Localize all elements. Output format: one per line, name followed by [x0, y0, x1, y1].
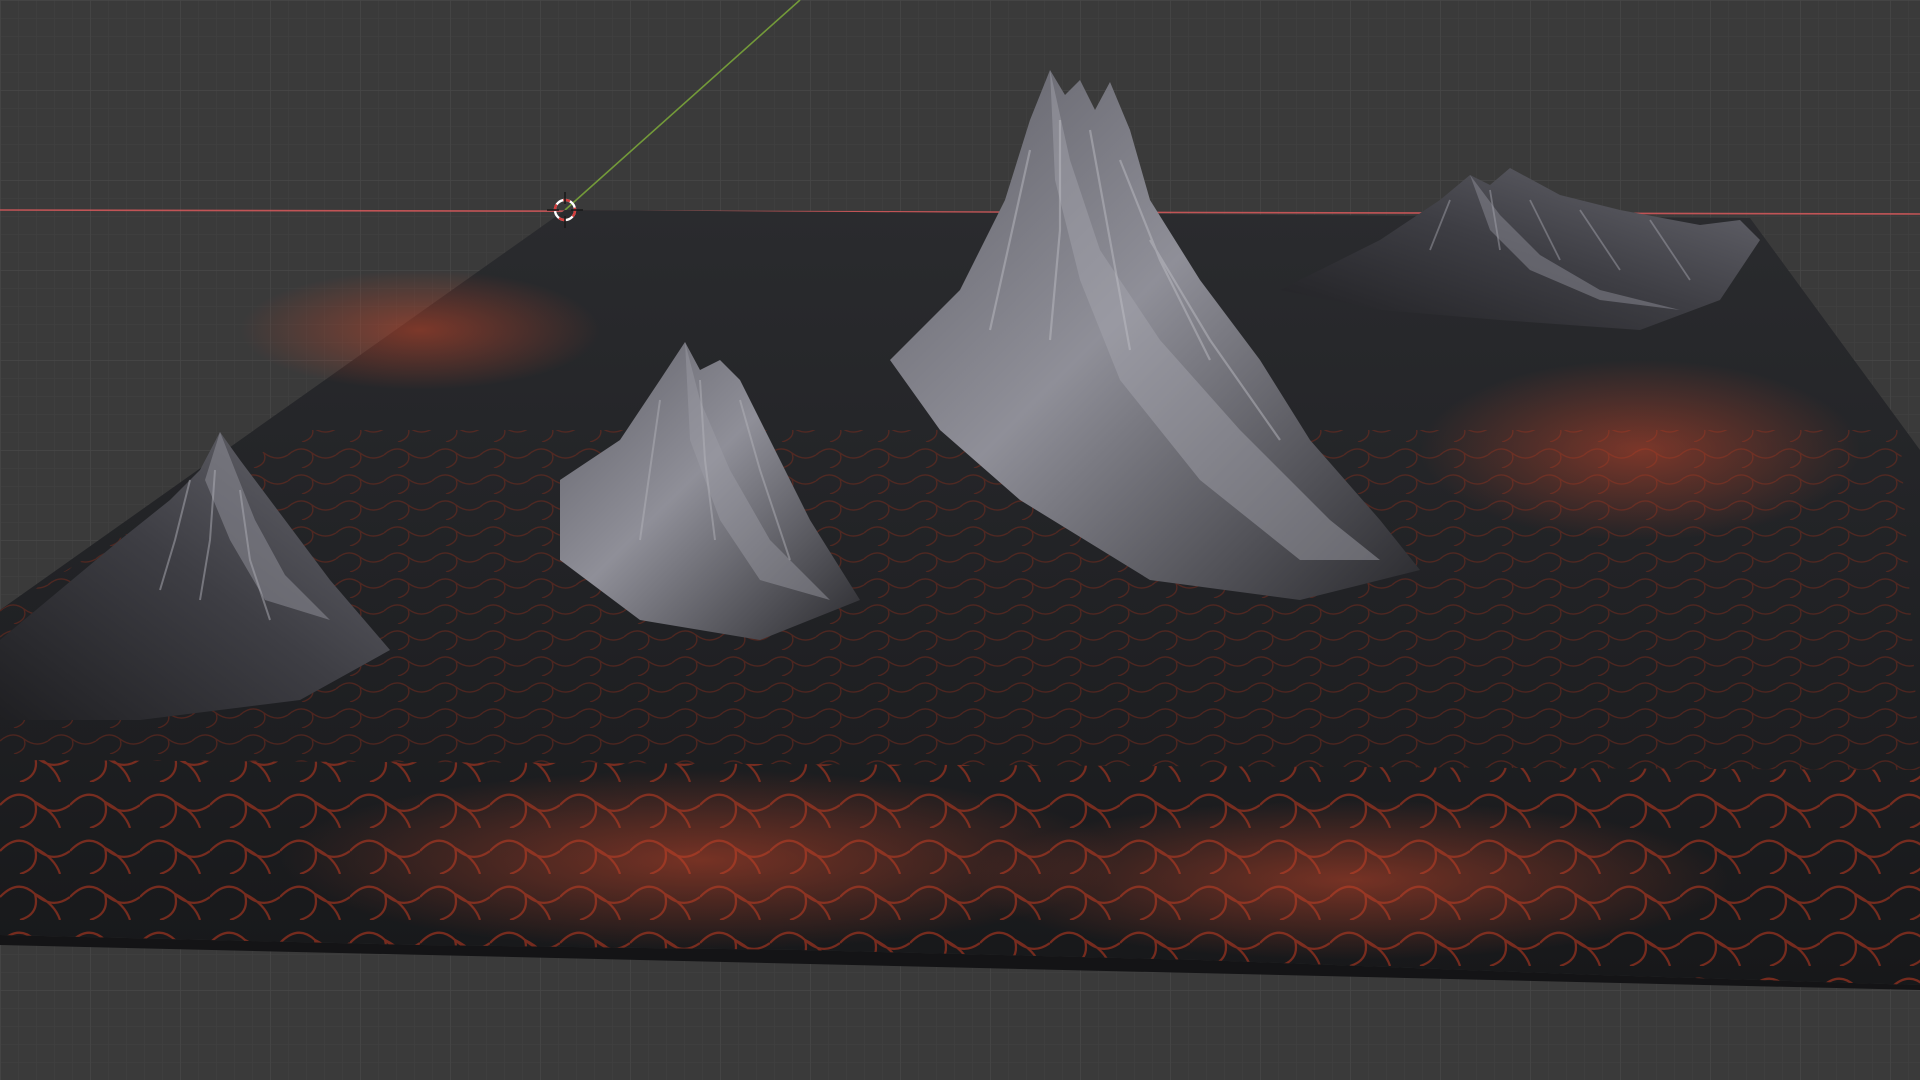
3d-viewport[interactable] — [0, 0, 1920, 1080]
viewport-canvas[interactable] — [0, 0, 1920, 1080]
lava-glow-2 — [1420, 360, 1860, 540]
lava-glow-1 — [240, 270, 600, 390]
lava-glow-4 — [970, 800, 1730, 960]
